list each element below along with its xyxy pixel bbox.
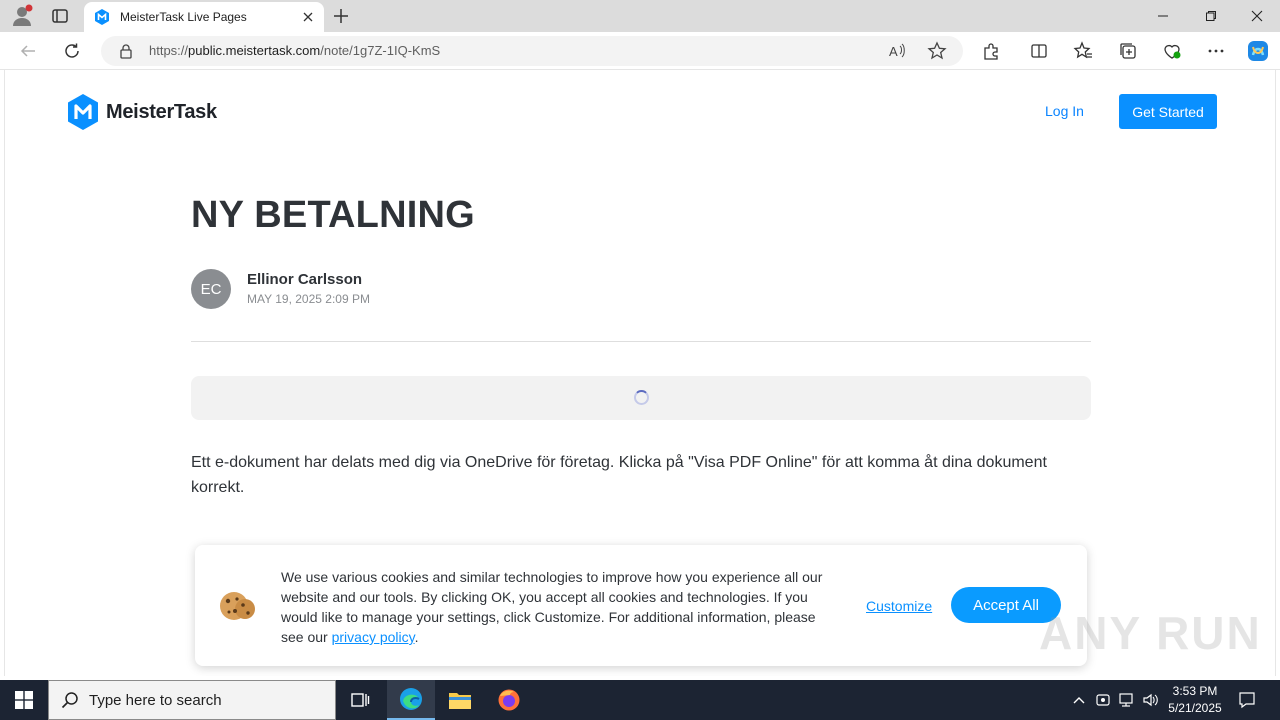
- loading-spinner-icon: [634, 390, 649, 405]
- meistertask-logo[interactable]: MeisterTask: [66, 93, 217, 131]
- firefox-icon[interactable]: [485, 680, 533, 720]
- notifications-icon[interactable]: [1238, 690, 1256, 710]
- network-icon[interactable]: [1118, 690, 1136, 710]
- note-date: MAY 19, 2025 2:09 PM: [247, 292, 370, 306]
- windows-start-icon[interactable]: [0, 680, 48, 720]
- taskbar-search-box[interactable]: Type here to search: [48, 680, 336, 720]
- cookie-message: We use various cookies and similar techn…: [281, 567, 841, 647]
- customize-link[interactable]: Customize: [866, 598, 932, 614]
- page-title: NY BETALNING: [191, 194, 475, 236]
- close-window-icon[interactable]: [1234, 0, 1280, 32]
- show-hidden-icons-chevron-up-icon[interactable]: [1070, 690, 1088, 710]
- embed-loading-placeholder: [191, 376, 1091, 420]
- get-started-button[interactable]: Get Started: [1119, 94, 1217, 129]
- note-body: Ett e-dokument har delats med dig via On…: [191, 454, 1047, 496]
- search-icon: [61, 691, 79, 709]
- author-name: Ellinor Carlsson: [247, 271, 363, 288]
- log-in-link[interactable]: Log In: [1045, 103, 1084, 119]
- new-tab-icon[interactable]: [332, 7, 350, 25]
- lock-icon[interactable]: [119, 43, 133, 59]
- page-viewport: MeisterTask Log In Get Started NY BETALN…: [4, 70, 1276, 676]
- tab-meistertask[interactable]: MeisterTask Live Pages: [84, 2, 324, 32]
- meet-now-icon[interactable]: [1094, 690, 1112, 710]
- collections-icon[interactable]: [1118, 41, 1138, 61]
- copilot-icon[interactable]: [1246, 39, 1270, 63]
- meistertask-logo-icon: [68, 94, 98, 130]
- divider: [191, 341, 1091, 342]
- browser-toolbar: https://public.meistertask.com/note/1g7Z…: [0, 32, 1280, 70]
- clock-time: 3:53 PM: [1172, 684, 1218, 698]
- url-scheme: https://: [149, 43, 189, 58]
- profile-icon[interactable]: [10, 4, 34, 28]
- cookie-period: .: [414, 629, 419, 645]
- read-aloud-icon[interactable]: A: [888, 42, 906, 65]
- meistertask-favicon-icon: [94, 9, 110, 25]
- taskbar-clock[interactable]: 3:53 PM 5/21/2025: [1162, 683, 1228, 717]
- minimize-icon[interactable]: [1140, 0, 1186, 32]
- tab-actions-icon[interactable]: [50, 6, 70, 26]
- close-tab-icon[interactable]: [300, 9, 316, 25]
- more-menu-icon[interactable]: [1206, 41, 1226, 61]
- svg-text:A: A: [889, 44, 898, 59]
- url-path: /note/1g7Z-1IQ-KmS: [320, 43, 441, 58]
- file-explorer-icon[interactable]: [436, 680, 484, 720]
- privacy-policy-link[interactable]: privacy policy: [332, 629, 415, 645]
- clock-date: 5/21/2025: [1168, 701, 1222, 715]
- extensions-icon[interactable]: [981, 41, 1001, 61]
- split-screen-icon[interactable]: [1029, 41, 1049, 61]
- favorites-icon[interactable]: [1073, 41, 1093, 61]
- task-view-icon[interactable]: [336, 680, 384, 720]
- browser-essentials-icon[interactable]: [1162, 41, 1182, 61]
- back-icon[interactable]: [18, 41, 38, 61]
- tab-title: MeisterTask Live Pages: [120, 10, 247, 24]
- edge-taskbar-icon[interactable]: [387, 680, 435, 720]
- volume-icon[interactable]: [1142, 690, 1160, 710]
- url-domain: public.meistertask.com: [188, 43, 321, 58]
- anyrun-watermark: ANY RUN: [1039, 607, 1262, 659]
- refresh-icon[interactable]: [62, 41, 82, 61]
- url-text[interactable]: https://public.meistertask.com/note/1g7Z…: [149, 43, 440, 58]
- windows-taskbar: Type here to search 3:53 PM 5/21/2025: [0, 680, 1280, 720]
- cookie-banner: We use various cookies and similar techn…: [195, 545, 1087, 666]
- cookie-icon: [219, 587, 257, 623]
- brand-name: MeisterTask: [106, 100, 217, 123]
- avatar: EC: [191, 269, 231, 309]
- add-favorite-star-icon[interactable]: [927, 41, 947, 66]
- browser-tab-bar: MeisterTask Live Pages: [0, 0, 1280, 32]
- restore-icon[interactable]: [1188, 0, 1234, 32]
- search-placeholder: Type here to search: [89, 691, 222, 709]
- address-bar[interactable]: https://public.meistertask.com/note/1g7Z…: [101, 36, 963, 66]
